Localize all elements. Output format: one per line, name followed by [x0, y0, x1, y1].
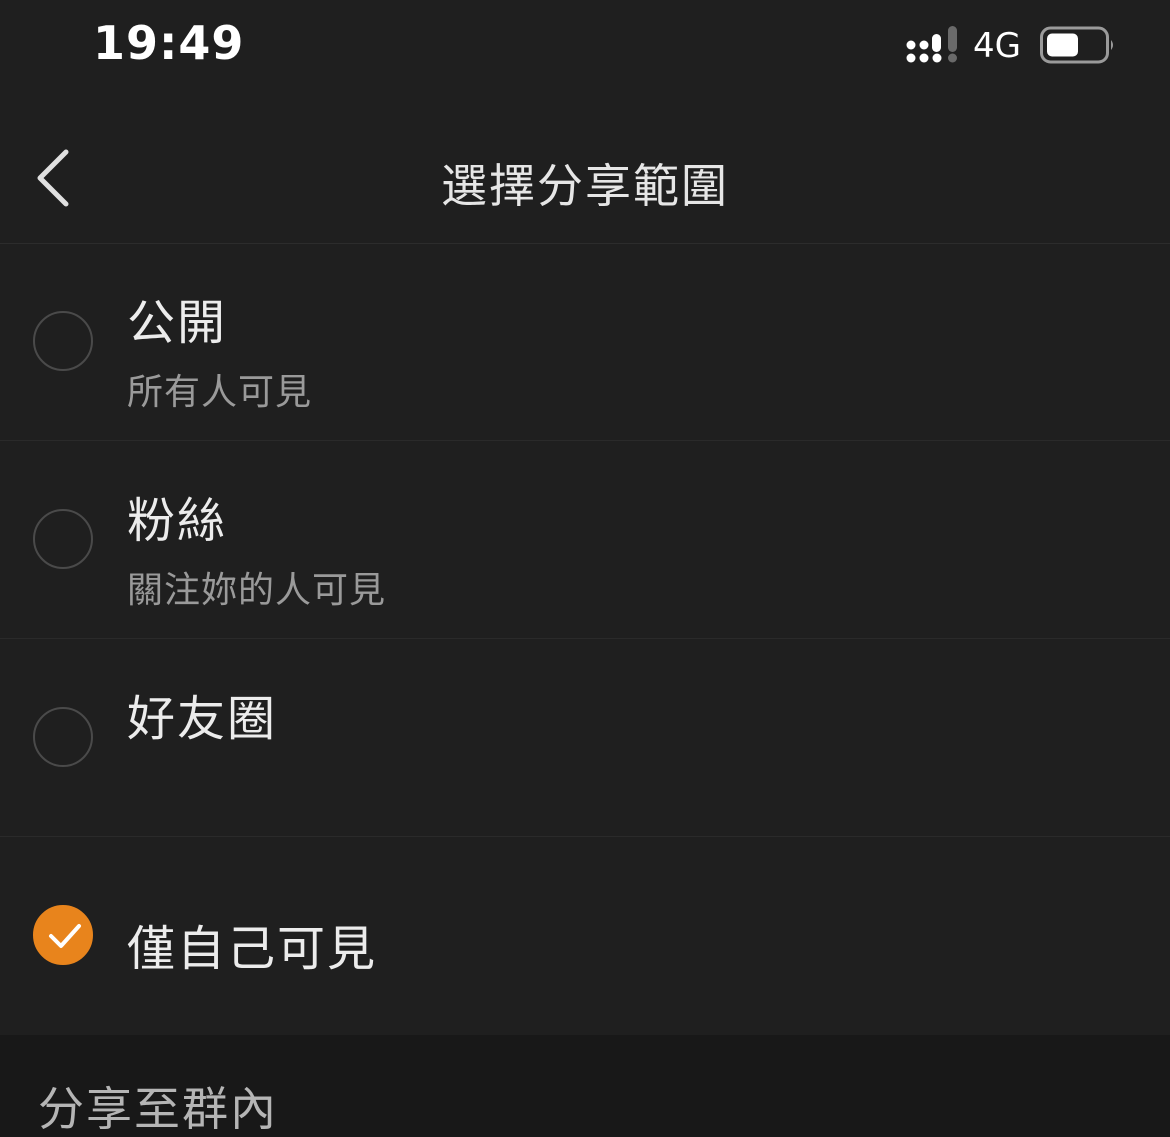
radio-button[interactable] [33, 707, 93, 767]
radio-button-checked[interactable] [33, 905, 93, 965]
share-scope-screen: 19:49 4G 選擇分享範圍 公開 所有人可見 粉絲 關注妳的人可見 好友圈 … [0, 0, 1170, 1137]
option-fans[interactable]: 粉絲 關注妳的人可見 [0, 441, 1170, 639]
status-bar: 19:49 4G [0, 0, 1170, 100]
radio-button[interactable] [33, 509, 93, 569]
cellular-signal-icon [906, 26, 957, 63]
share-to-group-section: 分享至群內 [0, 1035, 1170, 1137]
option-subtitle: 關注妳的人可見 [127, 570, 387, 611]
option-title: 粉絲 [127, 493, 228, 549]
checkmark-icon [49, 924, 81, 948]
option-title: 僅自己可見 [127, 921, 378, 977]
status-time: 19:49 [93, 16, 245, 70]
option-public[interactable]: 公開 所有人可見 [0, 245, 1170, 441]
section-label: 分享至群內 [38, 1082, 278, 1136]
network-type-label: 4G [973, 26, 1021, 66]
option-friends-circle[interactable]: 好友圈 [0, 639, 1170, 837]
option-subtitle: 所有人可見 [127, 372, 313, 413]
battery-icon [1040, 26, 1113, 64]
option-title: 公開 [127, 295, 228, 351]
option-only-me[interactable]: 僅自己可見 [0, 837, 1170, 1035]
option-title: 好友圈 [127, 691, 278, 747]
page-title: 選擇分享範圍 [441, 159, 729, 213]
navigation-bar: 選擇分享範圍 [0, 110, 1170, 244]
radio-button[interactable] [33, 311, 93, 371]
